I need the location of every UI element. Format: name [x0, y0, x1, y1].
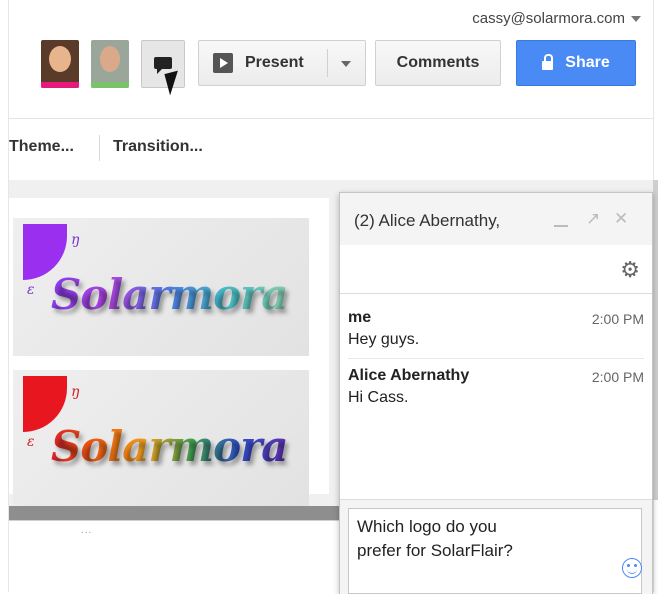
vertical-scrollbar[interactable] [653, 180, 658, 500]
comments-label: Comments [396, 54, 480, 71]
horizontal-scrollbar[interactable] [9, 506, 339, 520]
header-divider [9, 118, 653, 119]
logo-option-2[interactable]: ŋ ε Solarmora [13, 370, 309, 508]
chat-compose-area: Which logo do you prefer for SolarFlair? [340, 499, 652, 594]
play-icon [213, 53, 233, 73]
share-button[interactable]: Share [516, 40, 636, 86]
logo-option-1[interactable]: ŋ ε Solarmora [13, 218, 309, 356]
message-time: 2:00 PM [591, 369, 644, 385]
lock-icon [542, 54, 554, 70]
share-label: Share [565, 54, 610, 71]
present-options-chevron-icon[interactable] [341, 61, 351, 67]
resize-grip[interactable]: ... [81, 525, 92, 536]
comments-button[interactable]: Comments [375, 40, 501, 86]
present-label: Present [245, 54, 304, 71]
chat-message: me 2:00 PM Hey guys. [348, 309, 644, 349]
slide-canvas[interactable]: ŋ ε Solarmora ŋ ε Solarmora [9, 198, 329, 508]
transition-menu-button[interactable]: Transition... [113, 138, 203, 156]
chat-title: (2) Alice Abernathy, [354, 211, 501, 230]
emoji-smiley-icon[interactable] [622, 558, 642, 578]
toolbar-divider [99, 135, 100, 161]
chat-bubble-icon [154, 57, 172, 74]
app-frame: cassy@solarmora.com Present Comments Sha… [8, 0, 658, 594]
theme-menu-button[interactable]: Theme... [9, 138, 74, 156]
close-icon[interactable]: ✕ [614, 209, 628, 229]
logo-wordmark: Solarmora [51, 270, 288, 319]
minimize-icon[interactable] [554, 225, 568, 227]
account-email: cassy@solarmora.com [472, 10, 625, 27]
message-text: Hey guys. [348, 331, 420, 348]
present-button[interactable]: Present [198, 40, 366, 86]
account-menu[interactable]: cassy@solarmora.com [472, 10, 641, 27]
chevron-down-icon [631, 16, 641, 23]
chat-message: Alice Abernathy 2:00 PM Hi Cass. [348, 367, 644, 407]
logo-wordmark: Solarmora [51, 422, 288, 471]
chat-message-input[interactable]: Which logo do you prefer for SolarFlair? [348, 508, 642, 594]
popout-arrow-icon[interactable]: ↗ [586, 209, 600, 229]
speaker-notes-panel[interactable]: ... [9, 520, 339, 593]
message-time: 2:00 PM [591, 311, 644, 327]
presence-color-bar [41, 82, 79, 88]
presence-color-bar [91, 82, 129, 88]
collaborator-avatar[interactable] [41, 40, 79, 88]
chat-window: (2) Alice Abernathy, ↗ ✕ ⚙ me 2:00 PM He… [339, 192, 653, 594]
gear-icon[interactable]: ⚙ [620, 259, 640, 281]
message-text: Hi Cass. [348, 389, 409, 406]
collaborator-avatar[interactable] [91, 40, 129, 88]
chat-header[interactable]: (2) Alice Abernathy, ↗ ✕ [340, 193, 652, 246]
chat-toolbar: ⚙ [340, 245, 652, 294]
